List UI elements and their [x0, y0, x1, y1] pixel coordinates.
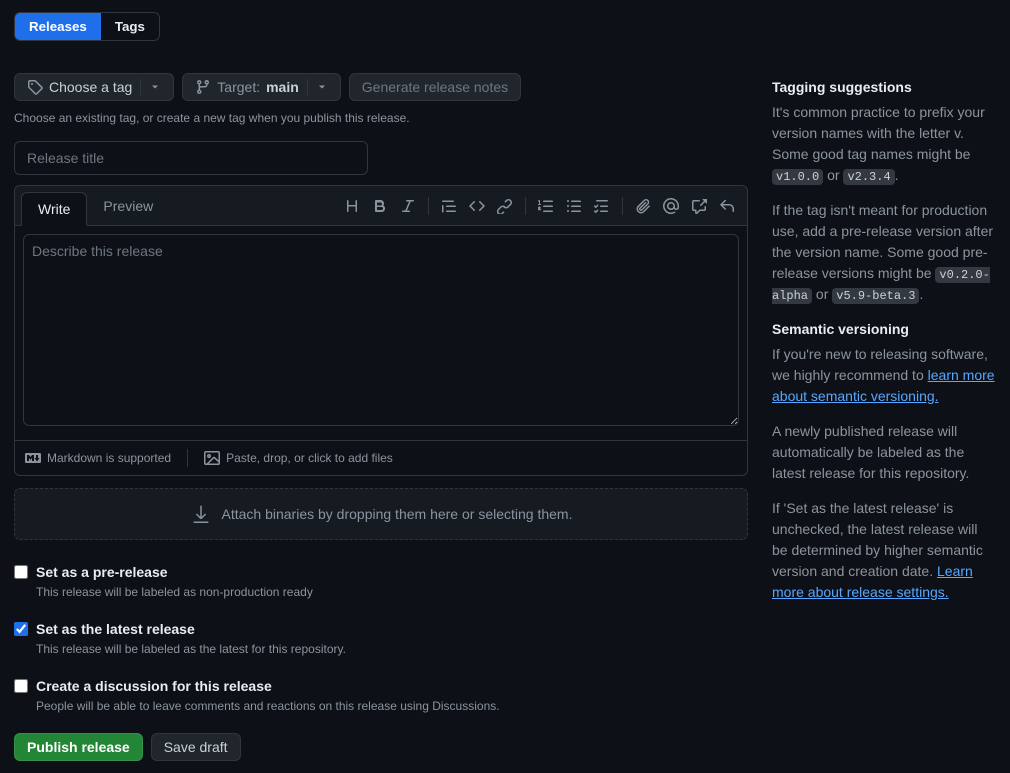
- heading-icon[interactable]: [344, 198, 360, 214]
- tagging-text-1: It's common practice to prefix your vers…: [772, 102, 996, 186]
- generate-notes-button[interactable]: Generate release notes: [349, 73, 521, 101]
- semver-heading: Semantic versioning: [772, 319, 996, 340]
- release-description-textarea[interactable]: [23, 234, 739, 426]
- tag-hint-text: Choose an existing tag, or create a new …: [14, 109, 748, 127]
- latest-unchecked-text: If 'Set as the latest release' is unchec…: [772, 498, 996, 603]
- latest-release-checkbox[interactable]: [14, 622, 28, 636]
- choose-tag-button[interactable]: Choose a tag: [14, 73, 174, 101]
- prerelease-checkbox[interactable]: [14, 565, 28, 579]
- italic-icon[interactable]: [400, 198, 416, 214]
- binary-dropzone[interactable]: Attach binaries by dropping them here or…: [14, 488, 748, 540]
- write-tab[interactable]: Write: [21, 192, 87, 226]
- branch-icon: [195, 79, 211, 95]
- semver-text: If you're new to releasing software, we …: [772, 344, 996, 407]
- bold-icon[interactable]: [372, 198, 388, 214]
- markdown-icon: [25, 450, 41, 466]
- tag-icon: [27, 79, 43, 95]
- cross-reference-icon[interactable]: [691, 198, 707, 214]
- description-editor: Write Preview: [14, 185, 748, 476]
- download-arrow-icon: [190, 503, 212, 525]
- code-icon[interactable]: [469, 198, 485, 214]
- link-icon[interactable]: [497, 198, 513, 214]
- tagging-text-2: If the tag isn't meant for production us…: [772, 200, 996, 305]
- target-prefix: Target:: [217, 79, 260, 95]
- prerelease-label: Set as a pre-release: [36, 562, 313, 583]
- markdown-help-link[interactable]: Markdown is supported: [25, 449, 171, 467]
- discussion-desc: People will be able to leave comments an…: [36, 697, 500, 715]
- task-list-icon[interactable]: [594, 198, 610, 214]
- chevron-down-icon: [149, 81, 161, 93]
- latest-desc: This release will be labeled as the late…: [36, 640, 346, 658]
- preview-tab[interactable]: Preview: [87, 186, 169, 225]
- quote-icon[interactable]: [441, 198, 457, 214]
- release-title-input[interactable]: [14, 141, 368, 175]
- target-value: main: [266, 79, 299, 95]
- discussion-label: Create a discussion for this release: [36, 676, 500, 697]
- unordered-list-icon[interactable]: [566, 198, 582, 214]
- image-icon: [204, 450, 220, 466]
- ordered-list-icon[interactable]: [538, 198, 554, 214]
- attach-files-link[interactable]: Paste, drop, or click to add files: [204, 449, 393, 467]
- prerelease-desc: This release will be labeled as non-prod…: [36, 583, 313, 601]
- choose-tag-label: Choose a tag: [49, 79, 132, 95]
- save-draft-button[interactable]: Save draft: [151, 733, 241, 761]
- tab-releases[interactable]: Releases: [15, 13, 101, 40]
- publish-release-button[interactable]: Publish release: [14, 733, 143, 761]
- discussion-checkbox[interactable]: [14, 679, 28, 693]
- formatting-toolbar: [344, 197, 747, 215]
- target-branch-button[interactable]: Target: main: [182, 73, 341, 101]
- latest-label: Set as the latest release: [36, 619, 346, 640]
- tagging-heading: Tagging suggestions: [772, 77, 996, 98]
- attach-icon[interactable]: [635, 198, 651, 214]
- chevron-down-icon: [316, 81, 328, 93]
- top-tabs: Releases Tags: [14, 12, 160, 41]
- latest-info-text: A newly published release will automatic…: [772, 421, 996, 484]
- mention-icon[interactable]: [663, 198, 679, 214]
- tab-tags[interactable]: Tags: [101, 13, 159, 40]
- reply-icon[interactable]: [719, 198, 735, 214]
